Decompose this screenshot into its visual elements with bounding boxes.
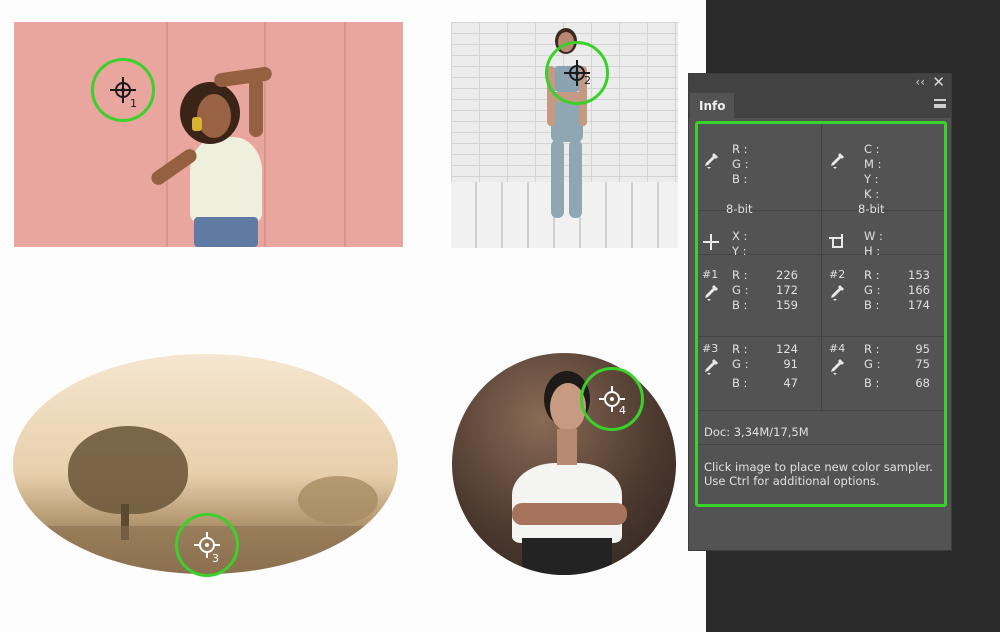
sampler-4-r-label: R : (864, 342, 880, 356)
collapse-icon[interactable]: ‹‹ (915, 75, 925, 89)
panel-menu-icon[interactable] (934, 99, 946, 108)
sampler-3-r-label: R : (732, 342, 748, 356)
sampler-2-r-value: 153 (908, 268, 930, 282)
sampler-2-r-label: R : (864, 268, 880, 282)
sampler-3-g-value: 91 (783, 357, 798, 371)
sampler-number-2: 2 (584, 74, 591, 87)
sampler-2-id: #2 (829, 268, 846, 281)
sampler-3-b-label: B : (732, 376, 748, 390)
rgb-b-label: B : (732, 172, 748, 186)
sampler-1-b-label: B : (732, 298, 748, 312)
info-panel: ‹‹ ✕ Info R : G : B : 8-bit C : M : Y : … (688, 73, 952, 551)
sampler-1-id: #1 (702, 268, 719, 281)
hint-text-line2: Use Ctrl for additional options. (704, 474, 880, 488)
rgb-bit-depth[interactable]: 8-bit (726, 202, 752, 216)
cmyk-bit-depth[interactable]: 8-bit (858, 202, 884, 216)
sampler-1-g-value: 172 (776, 283, 798, 297)
eyedropper-icon[interactable] (829, 152, 845, 170)
sampler-4-r-value: 95 (915, 342, 930, 356)
cmyk-c-label: C : (864, 142, 880, 156)
sampler-number-1: 1 (130, 97, 137, 110)
crosshair-icon (703, 234, 719, 250)
photo-woman-headphones[interactable] (14, 22, 403, 247)
y-label: Y : (732, 244, 747, 258)
panel-titlebar[interactable]: ‹‹ ✕ (689, 73, 951, 91)
sampler-number-4: 4 (619, 404, 626, 417)
sampler-2-b-label: B : (864, 298, 880, 312)
sampler-4-b-label: B : (864, 376, 880, 390)
eyedropper-icon[interactable] (829, 358, 845, 376)
sampler-3-b-value: 47 (783, 376, 798, 390)
eyedropper-icon[interactable] (829, 284, 845, 302)
doc-size: Doc: 3,34M/17,5M (704, 425, 809, 439)
sampler-1-g-label: G : (732, 283, 749, 297)
sampler-3-g-label: G : (732, 357, 749, 371)
cmyk-y-label: Y : (864, 172, 879, 186)
rgb-g-label: G : (732, 157, 749, 171)
sampler-2-g-label: G : (864, 283, 881, 297)
tab-info[interactable]: Info (690, 93, 734, 118)
sampler-1-b-value: 159 (776, 298, 798, 312)
sampler-number-3: 3 (212, 552, 219, 565)
sampler-highlight-1: 1 (91, 58, 155, 122)
w-label: W : (864, 229, 883, 243)
sampler-4-id: #4 (829, 342, 846, 355)
panel-tab-row: Info (689, 91, 951, 118)
cmyk-m-label: M : (864, 157, 882, 171)
photo-woman-smiling[interactable] (452, 353, 676, 575)
x-label: X : (732, 229, 748, 243)
sampler-2-g-value: 166 (908, 283, 930, 297)
hint-text-line1: Click image to place new color sampler. (704, 460, 933, 474)
sampler-highlight-3: 3 (175, 513, 239, 577)
h-label: H : (864, 244, 881, 258)
sampler-3-id: #3 (702, 342, 719, 355)
eyedropper-icon[interactable] (703, 284, 719, 302)
sampler-4-g-label: G : (864, 357, 881, 371)
cmyk-k-label: K : (864, 187, 880, 201)
sampler-highlight-2: 2 (545, 41, 609, 105)
sampler-2-b-value: 174 (908, 298, 930, 312)
selection-size-icon (829, 234, 845, 250)
sampler-4-b-value: 68 (915, 376, 930, 390)
sampler-3-r-value: 124 (776, 342, 798, 356)
sampler-4-g-value: 75 (915, 357, 930, 371)
rgb-r-label: R : (732, 142, 748, 156)
sampler-highlight-4: 4 (580, 367, 644, 431)
eyedropper-icon[interactable] (703, 358, 719, 376)
sampler-1-r-value: 226 (776, 268, 798, 282)
canvas[interactable]: 1 2 3 4 (0, 0, 706, 632)
eyedropper-icon[interactable] (703, 152, 719, 170)
info-readout: R : G : B : 8-bit C : M : Y : K : 8-bit … (695, 121, 947, 507)
sampler-1-r-label: R : (732, 268, 748, 282)
close-icon[interactable]: ✕ (932, 73, 945, 91)
